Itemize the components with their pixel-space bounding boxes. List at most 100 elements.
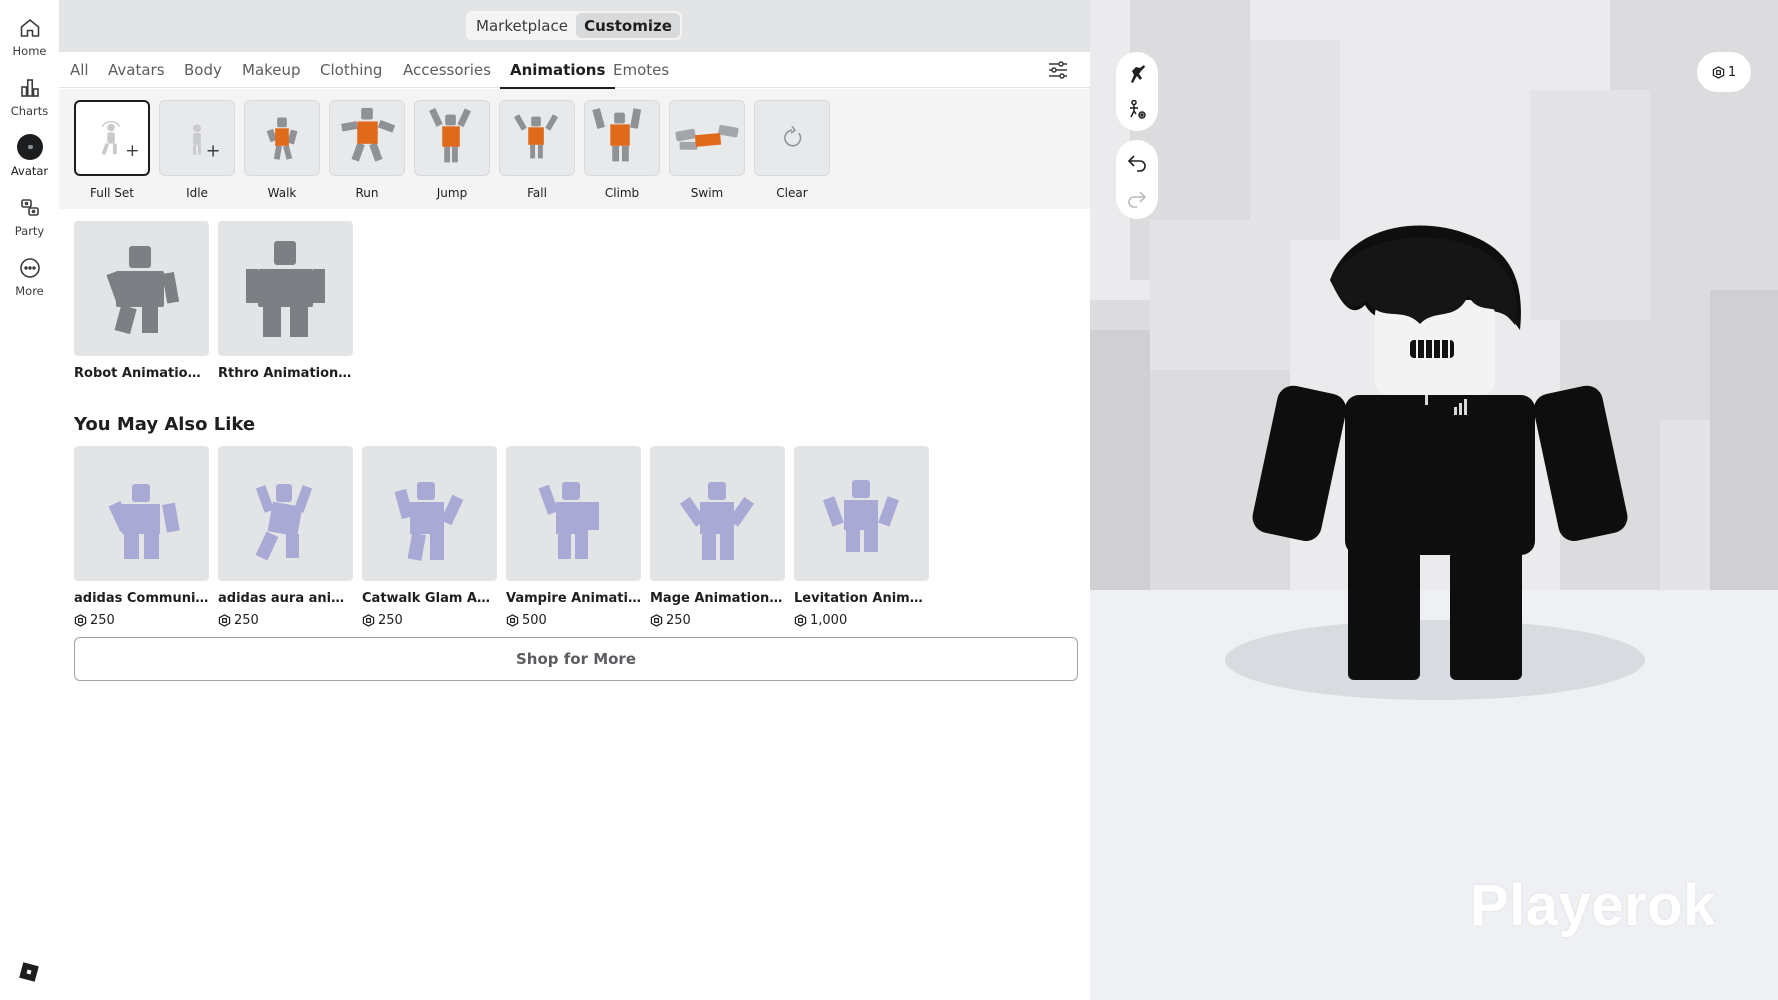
tab-body[interactable]: Body xyxy=(184,52,222,88)
recommended-item-name: Vampire Animation xyxy=(506,591,641,606)
tab-clothing[interactable]: Clothing xyxy=(320,52,382,88)
tab-animations[interactable]: Animations xyxy=(499,52,616,89)
charts-icon xyxy=(20,79,39,97)
tab-all[interactable]: All xyxy=(70,52,89,88)
recommended-item-name: Catwalk Glam Anim... xyxy=(362,591,497,606)
slot-full-set[interactable]: + xyxy=(74,100,150,176)
slot-clear[interactable] xyxy=(754,100,830,176)
refresh-icon xyxy=(784,125,802,147)
robux-icon xyxy=(1712,65,1725,79)
robux-icon xyxy=(650,614,663,627)
recommended-item-thumbnail xyxy=(650,446,785,581)
owned-item-thumbnail xyxy=(74,221,209,356)
slot-walk-label: Walk xyxy=(267,186,297,200)
recommended-item-thumbnail xyxy=(74,446,209,581)
avatar-3d-viewport[interactable]: 1 Playerok xyxy=(1090,0,1778,1000)
fall-animation-thumbnail xyxy=(514,114,559,159)
undo-icon[interactable] xyxy=(1125,150,1149,174)
pose-icon[interactable] xyxy=(1125,62,1149,86)
owned-item-card[interactable]: Rthro Animation Pa... xyxy=(218,221,353,381)
robux-balance-button[interactable]: 1 xyxy=(1697,52,1751,92)
slot-full-set-label: Full Set xyxy=(89,186,135,200)
mode-topbar: Marketplace Customize xyxy=(59,0,1090,52)
body-scale-icon[interactable] xyxy=(1125,98,1149,122)
shop-for-more-button[interactable]: Shop for More xyxy=(74,637,1078,681)
recommended-item-card[interactable]: adidas aura animati... 250 xyxy=(218,446,353,628)
robux-icon xyxy=(506,614,519,627)
item-price: 250 xyxy=(650,613,785,628)
recommended-item-thumbnail xyxy=(506,446,641,581)
nav-charts-label: Charts xyxy=(10,104,49,118)
owned-item-name: Robot Animation P... xyxy=(74,366,209,381)
history-tools-group xyxy=(1116,140,1158,219)
party-icon xyxy=(20,199,39,216)
nav-more[interactable]: More xyxy=(0,252,59,308)
recommended-item-thumbnail xyxy=(794,446,929,581)
recommended-item-card[interactable]: Mage Animation Pa... 250 xyxy=(650,446,785,628)
slot-jump[interactable] xyxy=(414,100,490,176)
svg-text:+: + xyxy=(125,141,139,161)
item-price-value: 250 xyxy=(378,613,403,628)
slot-walk[interactable] xyxy=(244,100,320,176)
tab-avatars[interactable]: Avatars xyxy=(108,52,165,88)
robux-icon xyxy=(794,614,807,627)
item-price-value: 250 xyxy=(666,613,691,628)
slot-fall[interactable] xyxy=(499,100,575,176)
recommended-item-name: Levitation Animatio... xyxy=(794,591,929,606)
customize-button[interactable]: Customize xyxy=(576,13,680,38)
slot-run-label: Run xyxy=(355,186,379,200)
slot-run[interactable] xyxy=(329,100,405,176)
slot-climb[interactable] xyxy=(584,100,660,176)
robux-balance: 1 xyxy=(1727,64,1737,80)
nav-avatar[interactable]: Avatar xyxy=(0,131,59,187)
item-price: 250 xyxy=(74,613,209,628)
walk-animation-thumbnail xyxy=(266,117,298,160)
recommended-item-card[interactable]: adidas Community ... 250 xyxy=(74,446,209,628)
svg-text:+: + xyxy=(206,142,221,162)
full-set-add-icon: + xyxy=(101,120,140,161)
slot-idle[interactable]: + xyxy=(159,100,235,176)
nav-charts[interactable]: Charts xyxy=(0,72,59,128)
recommended-item-thumbnail xyxy=(362,446,497,581)
avatar-scene xyxy=(1090,0,1778,1000)
nav-home[interactable]: Home xyxy=(0,12,59,68)
nav-home-label: Home xyxy=(12,44,47,58)
nav-party[interactable]: Party xyxy=(0,192,59,248)
robux-icon xyxy=(218,614,231,627)
mode-segmented-control: Marketplace Customize xyxy=(466,11,682,40)
filter-settings-icon[interactable] xyxy=(1046,58,1070,82)
item-price: 1,000 xyxy=(794,613,929,628)
robux-icon xyxy=(74,614,87,627)
recommended-item-card[interactable]: Vampire Animation 500 xyxy=(506,446,641,628)
roblox-logo-icon[interactable] xyxy=(19,962,39,982)
item-price-value: 250 xyxy=(90,613,115,628)
marketplace-button[interactable]: Marketplace xyxy=(468,13,576,38)
run-animation-thumbnail xyxy=(341,107,396,162)
item-price-value: 250 xyxy=(234,613,259,628)
more-icon xyxy=(19,258,40,278)
item-price: 250 xyxy=(218,613,353,628)
nav-avatar-label: Avatar xyxy=(10,164,49,178)
recommended-item-card[interactable]: Levitation Animatio... 1,000 xyxy=(794,446,929,628)
owned-item-name: Rthro Animation Pa... xyxy=(218,366,353,381)
recommended-item-name: Mage Animation Pa... xyxy=(650,591,785,606)
slot-fall-label: Fall xyxy=(527,186,547,200)
recommended-item-name: adidas Community ... xyxy=(74,591,209,606)
animation-slots-strip: + Full Set + Idle Walk Run Jump Fall Cli… xyxy=(59,89,1090,209)
owned-item-card[interactable]: Robot Animation P... xyxy=(74,221,209,381)
redo-icon[interactable] xyxy=(1125,186,1149,210)
tab-emotes[interactable]: Emotes xyxy=(613,52,669,88)
tab-accessories[interactable]: Accessories xyxy=(403,52,491,88)
swim-animation-thumbnail xyxy=(675,125,739,150)
recommended-item-name: adidas aura animati... xyxy=(218,591,353,606)
watermark-text: Playerok xyxy=(1470,873,1716,938)
slot-swim[interactable] xyxy=(669,100,745,176)
tab-makeup[interactable]: Makeup xyxy=(242,52,301,88)
recommended-item-card[interactable]: Catwalk Glam Anim... 250 xyxy=(362,446,497,628)
idle-add-icon: + xyxy=(193,124,221,162)
slot-clear-label: Clear xyxy=(776,186,808,200)
owned-item-thumbnail xyxy=(218,221,353,356)
slot-climb-label: Climb xyxy=(604,186,640,200)
nav-party-label: Party xyxy=(14,224,45,238)
item-price-value: 500 xyxy=(522,613,547,628)
